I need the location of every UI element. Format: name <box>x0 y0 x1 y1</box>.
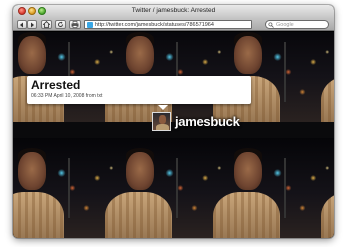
search-placeholder: Google <box>276 22 294 28</box>
search-icon <box>268 22 274 28</box>
tweet-meta[interactable]: 06:33 PM April 10, 2008 from txt <box>31 93 102 100</box>
page-content <box>13 32 334 238</box>
tweet-text: Arrested <box>31 78 81 92</box>
search-input[interactable]: Google <box>265 20 329 29</box>
tweet-bubble-pointer <box>158 105 168 110</box>
window-title: Twitter / jamesbuck: Arrested <box>131 7 216 14</box>
browser-window: Twitter / jamesbuck: Arrested http://twi… <box>13 5 334 238</box>
print-icon <box>71 21 79 28</box>
background-photo-tile <box>13 138 81 238</box>
background-photo-tile <box>297 32 334 122</box>
background-photo-tile <box>297 138 334 238</box>
tweet-bubble: Arrested 06:33 PM April 10, 2008 from tx… <box>27 76 251 104</box>
forward-button[interactable] <box>27 20 37 29</box>
title-bar: Twitter / jamesbuck: Arrested <box>13 5 334 17</box>
address-bar[interactable]: http://twitter.com/jamesbuck/statuses/78… <box>84 20 252 29</box>
avatar[interactable] <box>152 112 171 131</box>
forward-arrow-icon <box>31 22 34 27</box>
home-icon <box>43 21 50 28</box>
reload-button[interactable] <box>55 20 66 29</box>
back-arrow-icon <box>20 22 23 27</box>
twitter-favicon-icon <box>87 22 93 28</box>
background-photo-tile <box>81 138 189 238</box>
username-link[interactable]: jamesbuck <box>175 114 240 130</box>
rss-icon[interactable] <box>243 22 249 28</box>
reload-icon <box>58 21 63 27</box>
back-button[interactable] <box>17 20 27 29</box>
home-button[interactable] <box>41 20 52 29</box>
address-url: http://twitter.com/jamesbuck/statuses/78… <box>95 22 214 28</box>
print-button[interactable] <box>69 20 81 29</box>
browser-toolbar: http://twitter.com/jamesbuck/statuses/78… <box>13 17 334 31</box>
background-photo-tile <box>189 138 297 238</box>
